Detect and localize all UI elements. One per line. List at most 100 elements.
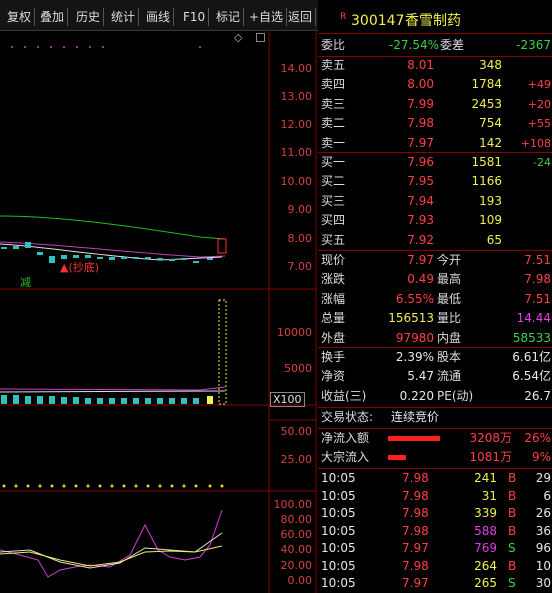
- bids-row: 买五 7.92 65: [318, 231, 552, 250]
- asks-price: 8.01: [407, 58, 434, 72]
- asks-volume: 754: [479, 116, 502, 131]
- tick-time: 10:05: [321, 471, 356, 485]
- bids-price: 7.94: [407, 193, 434, 208]
- tick-price: 7.98: [402, 471, 429, 485]
- asks-row: 卖三 7.99 2453 +20: [318, 95, 552, 114]
- fundamental-row: 收益(三) 0.220 PE(动) 26.7: [318, 387, 552, 406]
- kdj-axis-label: 0.00: [287, 574, 313, 587]
- bids-label: 买二: [321, 174, 346, 189]
- toolbar-history-button[interactable]: 历史: [73, 8, 105, 26]
- fundamental-value: 5.47: [407, 369, 434, 384]
- bids-price: 7.93: [407, 213, 434, 228]
- volume-unit-label: X100: [270, 392, 305, 407]
- asks-label: 卖二: [321, 116, 346, 131]
- trade-status-row: 交易状态: 连续竞价: [318, 408, 552, 427]
- toolbar-overlay-button[interactable]: 叠加: [37, 8, 69, 26]
- tick-row: 10:05 7.98 31 B 6: [318, 488, 552, 505]
- tick-time: 10:05: [321, 558, 356, 573]
- chaodi-marker: ▲(抄底): [60, 260, 99, 274]
- trade-status-value: 连续竞价: [391, 410, 440, 424]
- fundamental-label: 净资: [321, 369, 346, 384]
- price-axis-label: 13.00: [280, 90, 313, 103]
- tick-volume: 241: [474, 471, 497, 485]
- asks-change: +20: [527, 97, 551, 111]
- tick-side: B: [508, 506, 517, 520]
- price-axis-label: 10.00: [280, 175, 313, 188]
- quote-label: 涨幅: [321, 291, 346, 306]
- price-axis-label: 9.00: [287, 203, 313, 216]
- indicator-dots: [2, 484, 224, 488]
- toolbar-restore-rights-button[interactable]: 复权: [4, 8, 36, 26]
- fundamental-value: 6.61亿: [512, 350, 551, 364]
- bids-volume: 109: [479, 213, 502, 228]
- tick-price: 7.98: [402, 506, 429, 520]
- quote-row: 总量 156513 量比 14.44: [318, 309, 552, 328]
- toolbar-draw-line-button[interactable]: 画线: [143, 8, 175, 26]
- chart-toolbar: 复权 叠加 历史 统计 画线 F10 标记 +自选 返回: [0, 0, 318, 31]
- asks-price: 7.99: [407, 96, 434, 111]
- money-flow-label: 净流入额: [321, 431, 370, 445]
- tick-volume: 339: [474, 506, 497, 520]
- money-flow-row: 大宗流入 1081万 9%: [318, 448, 552, 467]
- jian-marker: 减: [20, 276, 31, 289]
- toolbar-statistics-button[interactable]: 统计: [108, 8, 140, 26]
- bids-volume: 193: [479, 193, 502, 208]
- bids-label: 买四: [321, 213, 346, 228]
- fundamental-value: 0.220: [399, 388, 434, 403]
- weibi-value: -27.54%: [388, 38, 439, 52]
- quote-label: 涨跌: [321, 272, 346, 287]
- bids-price: 7.92: [407, 232, 434, 247]
- price-axis-label: 11.00: [280, 146, 313, 159]
- tick-volume: 769: [474, 541, 497, 555]
- tick-row: 10:05 7.98 588 B 36: [318, 523, 552, 540]
- toolbar-f10-button[interactable]: F10: [180, 8, 210, 26]
- tick-side: B: [508, 558, 517, 573]
- quote-value: 7.51: [524, 291, 551, 306]
- quote-value: 156513: [388, 311, 434, 326]
- asks-row: 卖一 7.97 142 +108: [318, 134, 552, 153]
- tick-time: 10:05: [321, 506, 356, 520]
- tick-price: 7.98: [402, 558, 429, 573]
- tick-count: 36: [535, 523, 551, 538]
- asks-volume: 348: [479, 58, 502, 72]
- fundamental-value: 26.7: [524, 388, 551, 403]
- volume-axis-label: 10000: [277, 326, 312, 339]
- tick-time: 10:05: [321, 488, 356, 503]
- quote-value: 6.55%: [395, 291, 434, 306]
- asks-label: 卖一: [321, 135, 346, 150]
- tick-side: B: [508, 523, 517, 538]
- kdj-axis-label: 100.00: [273, 498, 313, 511]
- bids-row: 买二 7.95 1166: [318, 172, 552, 191]
- tick-price: 7.98: [402, 488, 429, 503]
- asks-label: 卖四: [321, 77, 346, 92]
- tick-row: 10:05 7.98 264 B 10: [318, 558, 552, 575]
- quote-panel: R 300147 香雪制药 委比 -27.54% 委差 -2367 卖五 8.01…: [318, 0, 552, 593]
- quote-value: 14.44: [516, 311, 551, 326]
- quote-label: 今开: [437, 253, 462, 267]
- quote-value: 0.49: [407, 272, 434, 287]
- money-flow-row: 净流入额 3208万 26%: [318, 429, 552, 448]
- tick-row: 10:05 7.97 769 S 96: [318, 540, 552, 557]
- tick-volume: 265: [474, 576, 497, 590]
- stock-name: 香雪制药: [405, 13, 461, 29]
- tick-price: 7.98: [402, 523, 429, 538]
- fundamental-value: 2.39%: [395, 350, 434, 364]
- quote-label: 内盘: [437, 330, 462, 345]
- toolbar-back-button[interactable]: 返回: [285, 8, 317, 26]
- money-flow-amount: 3208万: [469, 431, 512, 445]
- tick-count: 26: [535, 506, 551, 520]
- fundamental-label: 流通: [437, 369, 462, 384]
- quote-label: 量比: [437, 311, 462, 326]
- asks-row: 卖五 8.01 348: [318, 56, 552, 75]
- toolbar-mark-button[interactable]: 标记: [213, 8, 245, 26]
- kdj-axis-label: 80.00: [280, 513, 313, 526]
- tick-count: 10: [535, 558, 551, 573]
- quote-label: 最高: [437, 272, 462, 287]
- toolbar-add-favorite-button[interactable]: +自选: [246, 8, 288, 26]
- candles: [1, 238, 227, 263]
- tick-count: 6: [543, 488, 551, 503]
- volume-axis-label: 5000: [284, 362, 312, 375]
- quote-value: 7.98: [524, 272, 551, 287]
- bids-label: 买五: [321, 232, 346, 247]
- asks-label: 卖五: [321, 58, 346, 72]
